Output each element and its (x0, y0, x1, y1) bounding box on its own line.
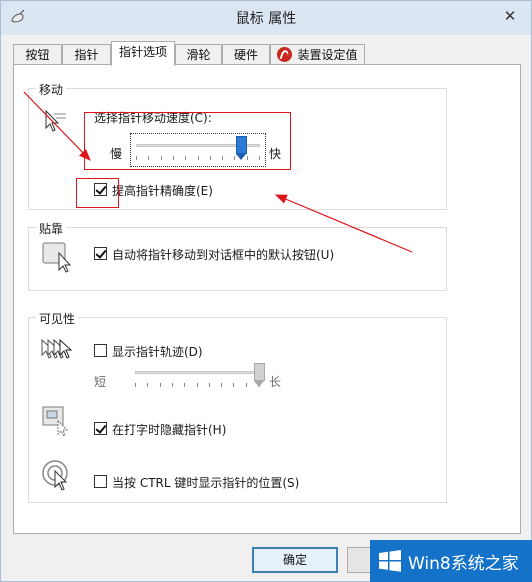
hide-typing-label[interactable]: 在打字时隐藏指针(H) (112, 421, 226, 438)
hide-while-typing-icon (42, 406, 69, 437)
show-location-icon (42, 460, 68, 491)
slider-tick (245, 383, 247, 387)
long-label: 长 (269, 375, 282, 389)
window-title: 鼠标 属性 (235, 11, 297, 27)
windows-logo-icon (379, 550, 401, 572)
title-bar[interactable]: 鼠标 属性 ✕ (1, 1, 531, 35)
tab-label: 按钮 (25, 48, 50, 62)
group-title-snap: 贴靠 (36, 220, 67, 237)
show-location-label[interactable]: 当按 CTRL 键时显示指针的位置(S) (112, 474, 299, 491)
trail-slider-track (135, 371, 259, 374)
trail-length-slider[interactable] (130, 363, 266, 393)
tab-strip: 按钮 指针 指针选项 滑轮 硬件 装置设定值 (13, 41, 521, 66)
snap-label[interactable]: 自动将指针移动到对话框中的默认按钮(U) (112, 246, 334, 263)
tab-buttons[interactable]: 按钮 (13, 44, 62, 65)
trail-slider-ticks (135, 383, 259, 387)
tab-label: 硬件 (233, 48, 258, 62)
slider-tick (196, 383, 198, 387)
slider-tick (208, 383, 210, 387)
tab-label: 装置设定值 (297, 48, 358, 62)
tab-label: 滑轮 (186, 48, 211, 62)
trails-label[interactable]: 显示指针轨迹(D) (112, 343, 203, 360)
trail-slider-thumb[interactable] (253, 363, 265, 387)
pointer-speed-icon (45, 109, 66, 132)
tab-label: 指针选项 (118, 45, 167, 59)
group-title-motion: 移动 (36, 81, 67, 98)
precision-label[interactable]: 提高指针精确度(E) (112, 182, 213, 199)
slider-tick (135, 383, 136, 387)
group-title-visibility: 可见性 (36, 310, 79, 327)
trails-checkbox[interactable] (94, 344, 107, 357)
mouse-properties-window: 鼠标 属性 ✕ 按钮 指针 指针选项 滑轮 硬件 装置设定值 移动 选择指针移动… (0, 0, 532, 582)
close-icon: ✕ (503, 7, 517, 25)
show-location-checkbox[interactable] (94, 475, 107, 488)
annotation-speed-box (84, 112, 291, 170)
slider-tick (159, 383, 161, 387)
slider-tick (171, 383, 173, 387)
pointer-trails-icon (41, 338, 73, 359)
hide-typing-checkbox[interactable] (94, 422, 107, 435)
short-label: 短 (94, 375, 107, 389)
tab-device-settings[interactable]: 装置设定值 (270, 44, 365, 65)
tab-pointers[interactable]: 指针 (62, 44, 111, 65)
close-button[interactable]: ✕ (499, 6, 521, 26)
ok-button[interactable]: 确定 (252, 547, 338, 573)
brand-swirl-icon (277, 47, 293, 62)
snap-checkbox[interactable] (94, 247, 107, 260)
slider-tick (147, 383, 149, 387)
watermark-text: Win8系统之家 (408, 554, 519, 574)
tab-pointer-options[interactable]: 指针选项 (111, 41, 175, 66)
tab-hardware[interactable]: 硬件 (222, 44, 270, 65)
slider-tick (184, 383, 186, 387)
tab-wheel[interactable]: 滑轮 (175, 44, 222, 65)
annotation-checkbox-box (76, 178, 119, 208)
watermark-badge: Win8系统之家 (370, 540, 532, 582)
snap-to-default-icon (42, 242, 72, 273)
tab-label: 指针 (74, 48, 99, 62)
slider-tick (221, 383, 223, 387)
slider-tick (233, 383, 235, 387)
